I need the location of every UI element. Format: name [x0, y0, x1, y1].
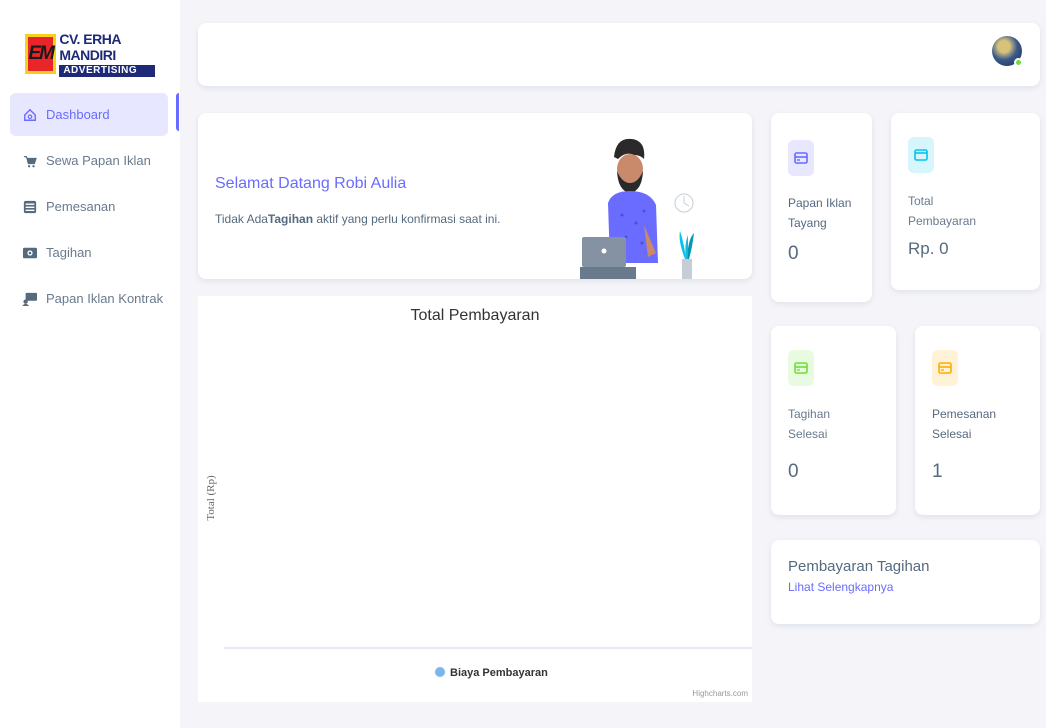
logo-mark: EM [25, 34, 57, 74]
stat-value: Rp. 0 [908, 239, 949, 258]
stat-card-tagihan-selesai: Tagihan Selesai 0 [771, 326, 896, 515]
stat-card-pemesanan-selesai: Pemesanan Selesai 1 [915, 326, 1040, 515]
sidebar-item-tagihan[interactable]: Tagihan [10, 231, 168, 274]
sidebar-item-sewa-papan-iklan[interactable]: Sewa Papan Iklan [10, 139, 168, 182]
wallet-icon [932, 350, 958, 386]
legend-label[interactable]: Biaya Pembayaran [450, 667, 548, 679]
wallet-icon [788, 350, 814, 386]
chart-legend[interactable]: Biaya Pembayaran [435, 667, 548, 679]
stat-title-line2: Selesai [932, 427, 972, 441]
stat-title-line2: Pembayaran [908, 214, 977, 228]
cart-icon [22, 153, 38, 169]
sidebar-item-label: Sewa Papan Iklan [46, 153, 151, 168]
sidebar-item-label: Tagihan [46, 245, 92, 260]
chart-y-axis-label: Total (Rp) [205, 475, 217, 521]
chart-card: Total Pembayaran Total (Rp) Biaya Pembay… [198, 296, 752, 702]
welcome-text-suffix: aktif yang perlu konfirmasi saat ini. [313, 212, 501, 226]
sidebar: EM CV. ERHA MANDIRI ADVERTISING Dashboar… [0, 0, 180, 728]
lihat-selengkapnya-link[interactable]: Lihat Selengkapnya [788, 580, 893, 594]
logo-mark-text: EM [28, 43, 54, 64]
welcome-title: Selamat Datang Robi Aulia [215, 175, 407, 192]
sidebar-item-label: Dashboard [46, 107, 110, 122]
stat-title: Papan Iklan Tayang [788, 193, 868, 233]
stat-title-line1: Total [908, 194, 934, 208]
welcome-text-prefix: Tidak Ada [215, 212, 268, 226]
chart-title: Total Pembayaran [411, 307, 540, 324]
stat-title: Pemesanan Selesai [932, 404, 1012, 444]
welcome-text: Tidak AdaTagihan aktif yang perlu konfir… [215, 212, 500, 226]
sidebar-item-papan-iklan-kontrak[interactable]: Papan Iklan Kontrak [10, 277, 168, 320]
chart-credit[interactable]: Highcharts.com [692, 689, 748, 698]
pembayaran-tagihan-card: Pembayaran Tagihan Lihat Selengkapnya [771, 540, 1040, 624]
stat-title: Total Pembayaran [908, 191, 988, 231]
brand-tagline: ADVERTISING [59, 65, 155, 77]
stat-card-total-pembayaran: Total Pembayaran Rp. 0 [891, 113, 1040, 290]
stat-title: Tagihan Selesai [788, 404, 868, 444]
wallet-icon [788, 140, 814, 176]
brand-logo[interactable]: EM CV. ERHA MANDIRI ADVERTISING [25, 31, 155, 77]
sidebar-item-label: Pemesanan [46, 199, 116, 214]
stat-value: 0 [788, 461, 799, 482]
stat-title-line1: Pemesanan [932, 407, 997, 421]
total-pembayaran-chart: Total Pembayaran Total (Rp) Biaya Pembay… [205, 307, 752, 698]
home-icon [22, 107, 38, 123]
brand-name: CV. ERHA MANDIRI [59, 31, 121, 63]
online-status-dot [1014, 58, 1023, 67]
welcome-card: Selamat Datang Robi Aulia Tidak AdaTagih… [198, 113, 752, 279]
billboard-icon [22, 291, 38, 307]
stat-title-line2: Selesai [788, 427, 828, 441]
pembayaran-tagihan-title: Pembayaran Tagihan [788, 558, 930, 575]
man-with-laptop-illustration [580, 138, 694, 279]
stat-value: 0 [788, 243, 799, 264]
wallet-icon [908, 137, 934, 173]
legend-marker [435, 667, 445, 677]
stat-value: 1 [932, 461, 943, 482]
sidebar-item-pemesanan[interactable]: Pemesanan [10, 185, 168, 228]
sidebar-menu: Dashboard Sewa Papan Iklan Pemesanan Tag… [10, 93, 168, 323]
list-icon [22, 199, 38, 215]
sidebar-item-dashboard[interactable]: Dashboard [10, 93, 168, 136]
logo-text: CV. ERHA MANDIRI ADVERTISING [59, 31, 155, 77]
money-icon [22, 245, 38, 261]
stat-title-line1: Tagihan [788, 407, 831, 421]
user-avatar[interactable] [992, 36, 1023, 67]
top-navbar [198, 23, 1040, 86]
stat-title-line1: Papan Iklan [788, 196, 852, 210]
stat-title-line2: Tayang [788, 216, 827, 230]
welcome-text-bold: Tagihan [267, 212, 314, 226]
active-indicator [176, 93, 179, 131]
stat-card-papan-tayang: Papan Iklan Tayang 0 [771, 113, 872, 302]
sidebar-item-label: Papan Iklan Kontrak [46, 291, 164, 306]
